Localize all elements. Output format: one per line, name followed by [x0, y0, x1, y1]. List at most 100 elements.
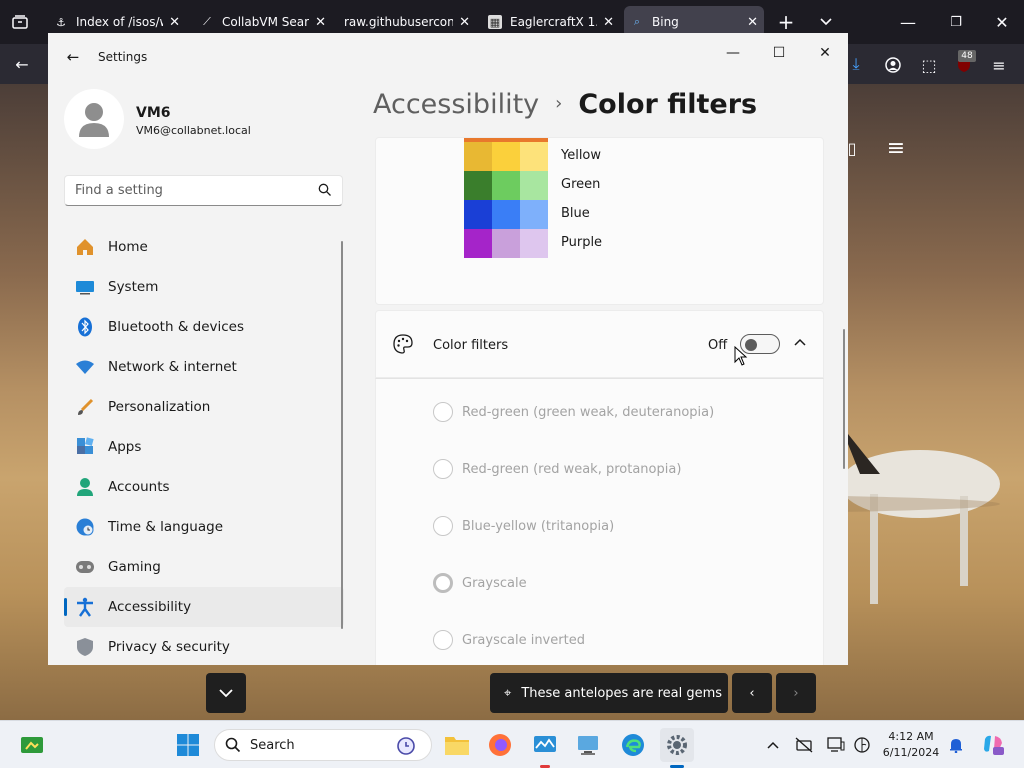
maximize-icon[interactable]: ☐	[762, 39, 796, 67]
close-tab-icon[interactable]: ✕	[459, 15, 470, 30]
swatch-label: Purple	[561, 235, 603, 250]
display-icon[interactable]	[826, 735, 846, 755]
brush-icon	[74, 396, 96, 418]
palette-icon	[393, 334, 413, 354]
close-tab-icon[interactable]: ✕	[603, 15, 614, 30]
tab-list-chevron-icon[interactable]	[814, 12, 838, 32]
back-arrow-icon[interactable]: ←	[10, 54, 34, 74]
nav-item-bluetooth[interactable]: Bluetooth & devices	[64, 307, 344, 347]
window-title: Settings	[98, 50, 148, 64]
start-icon[interactable]	[171, 728, 205, 762]
accounts-icon	[74, 476, 96, 498]
close-tab-icon[interactable]: ✕	[169, 15, 180, 30]
radio-button[interactable]	[433, 630, 453, 650]
close-tab-icon[interactable]: ✕	[747, 15, 758, 30]
edge-icon[interactable]	[616, 728, 650, 762]
widgets-icon[interactable]	[15, 728, 49, 762]
accessibility-tray-icon[interactable]	[852, 735, 872, 755]
swatch-cell	[492, 142, 520, 171]
chevron-right-icon: ›	[555, 93, 563, 114]
chevron-up-icon[interactable]	[790, 333, 810, 353]
radio-tritanopia[interactable]: Blue-yellow (tritanopia)	[433, 516, 614, 536]
color-filters-label: Color filters	[433, 338, 509, 353]
restore-icon[interactable]: ❐	[942, 10, 970, 34]
avatar[interactable]	[64, 89, 124, 149]
breadcrumb: Accessibility › Color filters	[373, 89, 757, 120]
notification-bell-icon[interactable]	[946, 735, 966, 755]
minimize-icon[interactable]: —	[716, 39, 750, 67]
search-icon: ⌕	[633, 15, 641, 28]
swatch-row	[464, 200, 548, 229]
remote-desktop-icon[interactable]	[571, 728, 605, 762]
content-scrollbar[interactable]	[843, 329, 845, 469]
radio-deuteranopia[interactable]: Red-green (green weak, deuteranopia)	[433, 402, 714, 422]
file-explorer-icon[interactable]	[440, 728, 474, 762]
home-icon	[74, 236, 96, 258]
extensions-icon[interactable]: ⬚	[918, 54, 940, 76]
nav-item-home[interactable]: Home	[64, 227, 344, 267]
app-monitor-icon[interactable]	[528, 728, 562, 762]
radio-button-selected[interactable]	[433, 573, 453, 593]
account-icon[interactable]	[882, 54, 904, 76]
chevron-up-icon[interactable]	[763, 735, 783, 755]
settings-gear-icon[interactable]	[660, 728, 694, 762]
user-email: VM6@collabnet.local	[136, 124, 251, 137]
nav-item-gaming[interactable]: Gaming	[64, 547, 344, 587]
radio-button[interactable]	[433, 402, 453, 422]
nav-item-network[interactable]: Network & internet	[64, 347, 344, 387]
nav-item-apps[interactable]: Apps	[64, 427, 344, 467]
bing-previous-button[interactable]: ‹	[732, 673, 772, 713]
search-icon	[318, 183, 331, 196]
clock-date: 6/11/2024	[882, 746, 940, 759]
nav-item-personalization[interactable]: Personalization	[64, 387, 344, 427]
settings-nav: Home System Bluetooth & devices Network …	[64, 227, 344, 665]
toggle-state-text: Off	[708, 338, 728, 353]
radio-grayscale[interactable]: Grayscale	[433, 573, 527, 593]
download-icon[interactable]: ⤓	[846, 54, 866, 74]
gamepad-icon	[74, 556, 96, 578]
bing-menu-icon[interactable]: ≡	[884, 136, 908, 161]
nav-item-accessibility[interactable]: Accessibility	[64, 587, 344, 627]
close-window-icon[interactable]: ✕	[988, 10, 1016, 34]
clock-time: 4:12 AM	[888, 730, 934, 743]
tab-overview-icon[interactable]	[8, 12, 32, 32]
bing-expand-button[interactable]	[206, 673, 246, 713]
copilot-icon[interactable]	[980, 732, 1006, 758]
apps-icon	[74, 436, 96, 458]
nav-scrollbar[interactable]	[341, 241, 343, 629]
swatch-label: Green	[561, 177, 601, 192]
swatch-label: Blue	[561, 206, 590, 221]
minimize-icon[interactable]: —	[894, 10, 922, 34]
menu-icon[interactable]: ≡	[988, 54, 1010, 76]
firefox-icon[interactable]	[483, 728, 517, 762]
color-filters-expander[interactable]: Color filters Off	[375, 310, 824, 378]
close-tab-icon[interactable]: ✕	[315, 15, 326, 30]
globe-clock-icon	[74, 516, 96, 538]
extension-badge: 48	[958, 50, 976, 62]
close-icon[interactable]: ✕	[808, 39, 842, 67]
nav-item-accounts[interactable]: Accounts	[64, 467, 344, 507]
radio-grayscale-inverted[interactable]: Grayscale inverted	[433, 630, 585, 650]
page-title: Color filters	[578, 89, 758, 120]
new-tab-button[interactable]: +	[772, 10, 800, 34]
nav-item-privacy[interactable]: Privacy & security	[64, 627, 344, 665]
radio-protanopia[interactable]: Red-green (red weak, protanopia)	[433, 459, 681, 479]
nav-item-system[interactable]: System	[64, 267, 344, 307]
nav-item-time-language[interactable]: Time & language	[64, 507, 344, 547]
shield-icon	[74, 636, 96, 658]
taskbar-search[interactable]: Search	[214, 729, 432, 761]
wifi-icon	[74, 356, 96, 378]
swatch-cell	[464, 142, 492, 171]
bing-caption-button[interactable]: ⌖ These antelopes are real gems	[490, 673, 728, 713]
search-highlight-icon	[397, 737, 415, 755]
bing-next-button[interactable]: ›	[776, 673, 816, 713]
search-input[interactable]	[65, 176, 315, 205]
radio-button[interactable]	[433, 516, 453, 536]
back-arrow-icon[interactable]: ←	[62, 47, 84, 67]
swatch-row	[464, 229, 548, 258]
breadcrumb-parent[interactable]: Accessibility	[373, 89, 539, 120]
system-clock[interactable]: 4:12 AM 6/11/2024	[880, 729, 942, 761]
swatch-cell	[520, 200, 548, 229]
network-disconnected-icon[interactable]	[794, 735, 814, 755]
radio-button[interactable]	[433, 459, 453, 479]
